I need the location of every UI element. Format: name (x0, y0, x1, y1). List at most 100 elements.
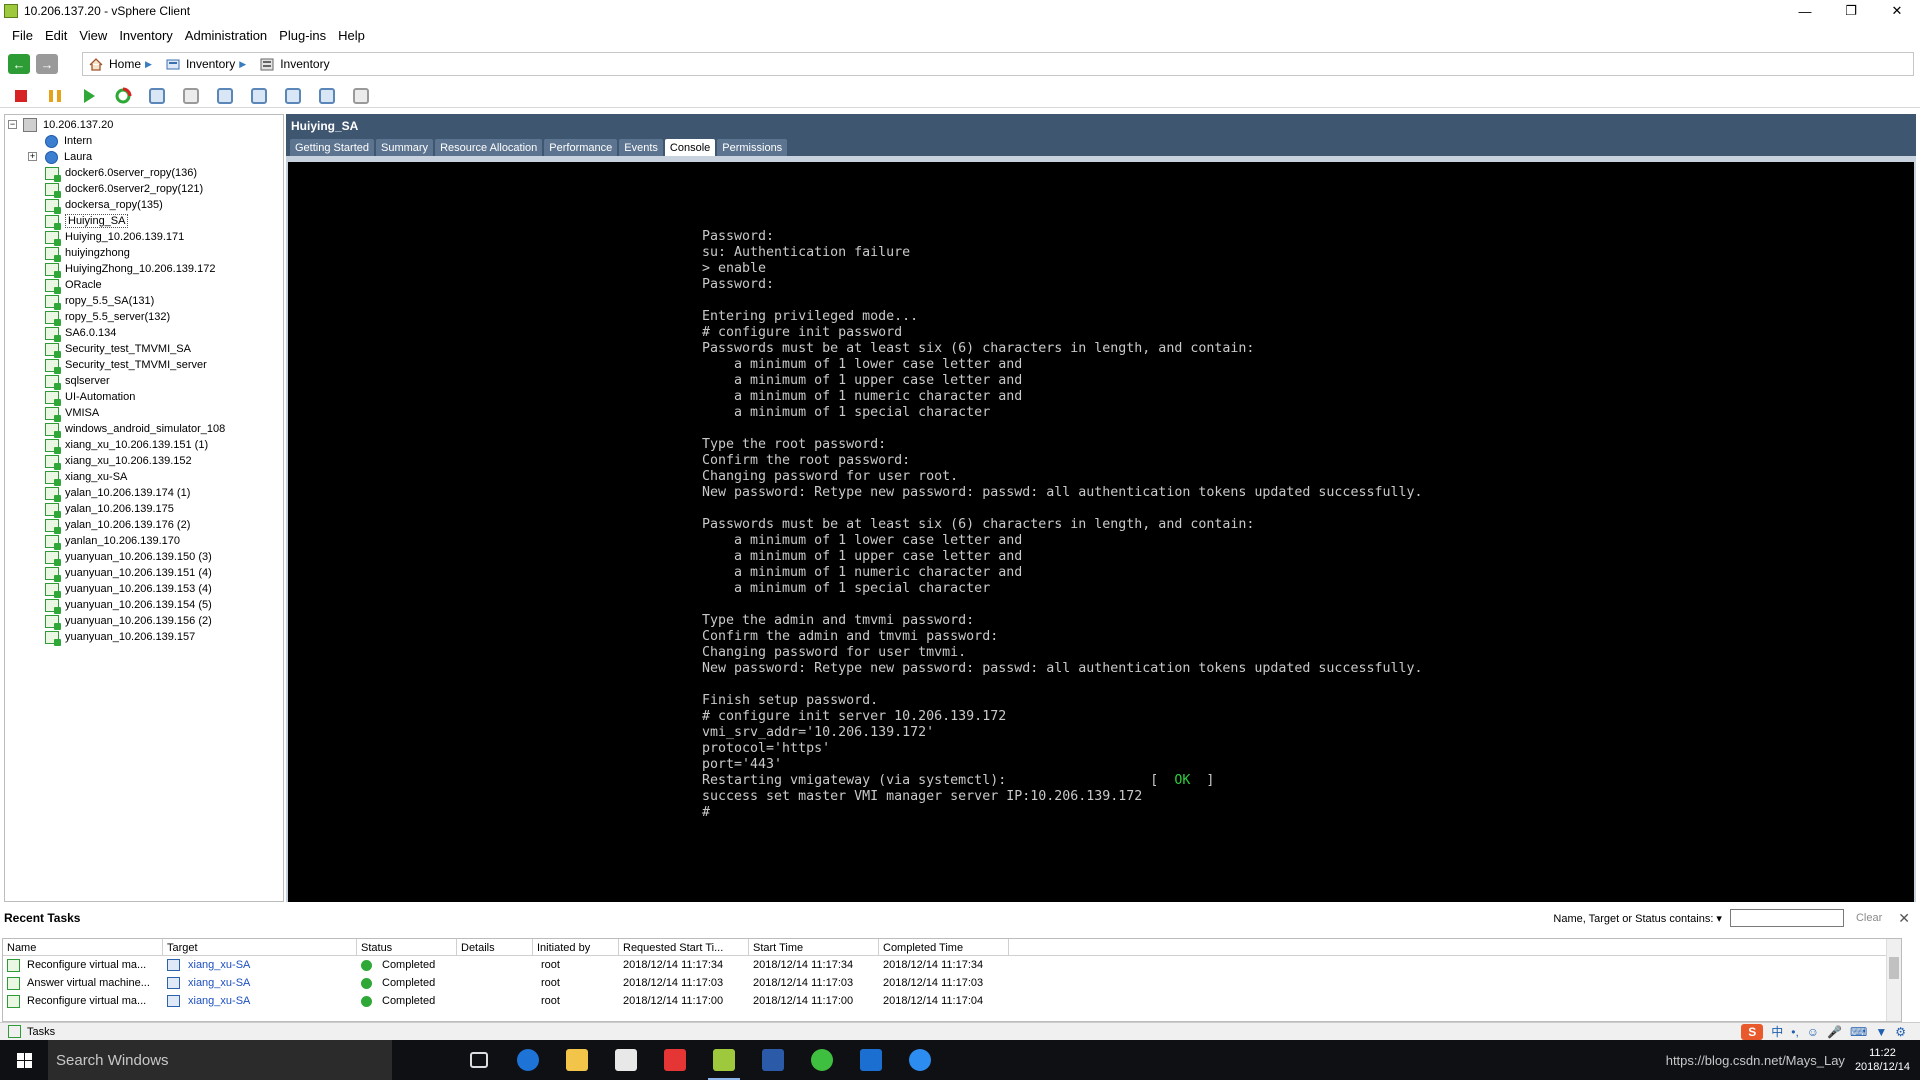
tree-vm-item[interactable]: yuanyuan_10.206.139.154 (5) (45, 597, 212, 614)
table-row[interactable]: Answer virtual machine... xiang_xu-SA Comp… (3, 974, 1901, 992)
task-view-icon[interactable] (457, 1040, 501, 1080)
tree-vm-item[interactable]: docker6.0server_ropy(136) (45, 165, 197, 182)
column-start-time[interactable]: Start Time (749, 939, 879, 956)
breadcrumb-inventory[interactable]: Inventory ▶ (166, 57, 252, 71)
wechat-icon[interactable] (800, 1040, 844, 1080)
clone-icon[interactable] (352, 87, 370, 105)
column-target[interactable]: Target (163, 939, 357, 956)
ime-settings-icon[interactable]: ⚙ (1895, 1025, 1906, 1039)
tree-vm-item[interactable]: HuiyingZhong_10.206.139.172 (45, 261, 215, 278)
tree-vm-item[interactable]: ropy_5.5_server(132) (45, 309, 170, 326)
tab-events[interactable]: Events (619, 139, 663, 156)
suspend-icon[interactable] (46, 87, 64, 105)
breadcrumb-inventory-current[interactable]: Inventory (260, 57, 330, 71)
table-row[interactable]: Reconfigure virtual ma... xiang_xu-SA Comp… (3, 956, 1901, 974)
column-details[interactable]: Details (457, 939, 533, 956)
tree-vm-item[interactable]: yalan_10.206.139.176 (2) (45, 517, 190, 534)
breadcrumb-home[interactable]: Home ▶ (89, 57, 158, 71)
column-status[interactable]: Status (357, 939, 457, 956)
revert-snapshot-icon[interactable] (182, 87, 200, 105)
file-explorer-icon[interactable] (555, 1040, 599, 1080)
tree-vm-item[interactable]: huiyingzhong (45, 245, 130, 262)
tree-vm-item[interactable]: windows_android_simulator_108 (45, 421, 225, 438)
vsphere-taskbar-icon[interactable] (702, 1040, 746, 1080)
menu-administration[interactable]: Administration (179, 28, 273, 43)
tab-console[interactable]: Console (664, 139, 716, 156)
windows-start-icon[interactable] (0, 1040, 48, 1080)
menu-edit[interactable]: Edit (39, 28, 73, 43)
expand-pool-icon[interactable]: + (28, 152, 37, 161)
tab-summary[interactable]: Summary (376, 139, 434, 156)
tasks-button[interactable]: Tasks (8, 1025, 55, 1038)
meeting-icon[interactable] (898, 1040, 942, 1080)
tree-pool[interactable]: Intern (45, 133, 92, 149)
tree-vm-item[interactable]: yalan_10.206.139.175 (45, 501, 174, 518)
tree-host[interactable]: 10.206.137.20 (23, 117, 113, 133)
ime-skin-icon[interactable]: ▼ (1875, 1025, 1887, 1039)
edit-settings-icon[interactable] (318, 87, 336, 105)
back-arrow-icon[interactable]: ← (8, 54, 30, 74)
tree-pool[interactable]: Laura (45, 149, 92, 165)
tree-vm-item[interactable]: yuanyuan_10.206.139.157 (45, 629, 195, 646)
task-cell-target[interactable]: xiang_xu-SA (163, 956, 357, 974)
tree-vm-item[interactable]: yuanyuan_10.206.139.156 (2) (45, 613, 212, 630)
tree-vm-item[interactable]: Huiying_SA (45, 213, 129, 230)
tab-performance[interactable]: Performance (544, 139, 618, 156)
menu-file[interactable]: File (6, 28, 39, 43)
sogou-ime-icon[interactable]: S (1741, 1023, 1764, 1040)
edge-browser-icon[interactable] (506, 1040, 550, 1080)
tree-vm-item[interactable]: xiang_xu-SA (45, 469, 127, 486)
collapse-root-icon[interactable]: − (8, 120, 17, 129)
tree-vm-item[interactable]: yuanyuan_10.206.139.153 (4) (45, 581, 212, 598)
tab-resource-allocation[interactable]: Resource Allocation (435, 139, 543, 156)
task-filter-input[interactable] (1729, 909, 1844, 927)
outlook-icon[interactable] (849, 1040, 893, 1080)
tab-permissions[interactable]: Permissions (717, 139, 788, 156)
column-completed-time[interactable]: Completed Time (879, 939, 1009, 956)
ime-mode-label[interactable]: 中 (1771, 1023, 1783, 1040)
task-cell-target[interactable]: xiang_xu-SA (163, 992, 357, 1010)
menu-view[interactable]: View (73, 28, 113, 43)
restore-button[interactable]: ❐ (1828, 0, 1874, 22)
tree-vm-item[interactable]: xiang_xu_10.206.139.151 (1) (45, 437, 208, 454)
table-row[interactable]: Reconfigure virtual ma... xiang_xu-SA Comp… (3, 992, 1901, 1010)
snapshot-manager-icon[interactable] (216, 87, 234, 105)
task-cell-target[interactable]: xiang_xu-SA (163, 974, 357, 992)
menu-help[interactable]: Help (332, 28, 371, 43)
close-button[interactable]: ✕ (1874, 0, 1920, 22)
column-name[interactable]: Name (3, 939, 163, 956)
minimize-button[interactable]: — (1782, 0, 1828, 22)
ime-emoji-icon[interactable]: ☺ (1807, 1025, 1819, 1039)
vm-console-screen[interactable]: Password: su: Authentication failure > e… (288, 162, 1914, 902)
word-icon[interactable] (751, 1040, 795, 1080)
snapshot-icon[interactable] (148, 87, 166, 105)
tree-vm-item[interactable]: Huiying_10.206.139.171 (45, 229, 184, 246)
tree-vm-item[interactable]: SA6.0.134 (45, 325, 116, 342)
tree-vm-item[interactable]: sqlserver (45, 373, 110, 390)
ime-voice-icon[interactable]: 🎤 (1827, 1025, 1842, 1039)
tree-vm-item[interactable]: yalan_10.206.139.174 (1) (45, 485, 190, 502)
tree-vm-item[interactable]: ORacle (45, 277, 102, 294)
taskbar-search-input[interactable]: Search Windows (48, 1040, 392, 1080)
tasks-scrollbar[interactable] (1886, 939, 1901, 1021)
tree-vm-item[interactable]: dockersa_ropy(135) (45, 197, 163, 214)
menu-inventory[interactable]: Inventory (113, 28, 178, 43)
clock[interactable]: 11:22 2018/12/14 (1855, 1046, 1910, 1074)
menu-plugins[interactable]: Plug-ins (273, 28, 332, 43)
task-filter-dropdown[interactable]: Name, Target or Status contains: ▾ (1553, 912, 1722, 925)
youdao-icon[interactable] (653, 1040, 697, 1080)
ime-punctuation-icon[interactable]: •, (1791, 1025, 1799, 1039)
store-icon[interactable] (604, 1040, 648, 1080)
migrate-icon[interactable] (284, 87, 302, 105)
reset-icon[interactable] (114, 87, 132, 105)
forward-arrow-icon[interactable]: → (36, 54, 58, 74)
tree-vm-item[interactable]: yuanyuan_10.206.139.151 (4) (45, 565, 212, 582)
clear-filter-link[interactable]: Clear (1856, 912, 1882, 924)
tree-vm-item[interactable]: VMISA (45, 405, 99, 422)
tree-vm-item[interactable]: xiang_xu_10.206.139.152 (45, 453, 192, 470)
power-on-icon[interactable] (80, 87, 98, 105)
tree-vm-item[interactable]: yuanyuan_10.206.139.150 (3) (45, 549, 212, 566)
tab-getting-started[interactable]: Getting Started (290, 139, 374, 156)
tree-vm-item[interactable]: yanlan_10.206.139.170 (45, 533, 180, 550)
tree-vm-item[interactable]: Security_test_TMVMI_SA (45, 341, 191, 358)
